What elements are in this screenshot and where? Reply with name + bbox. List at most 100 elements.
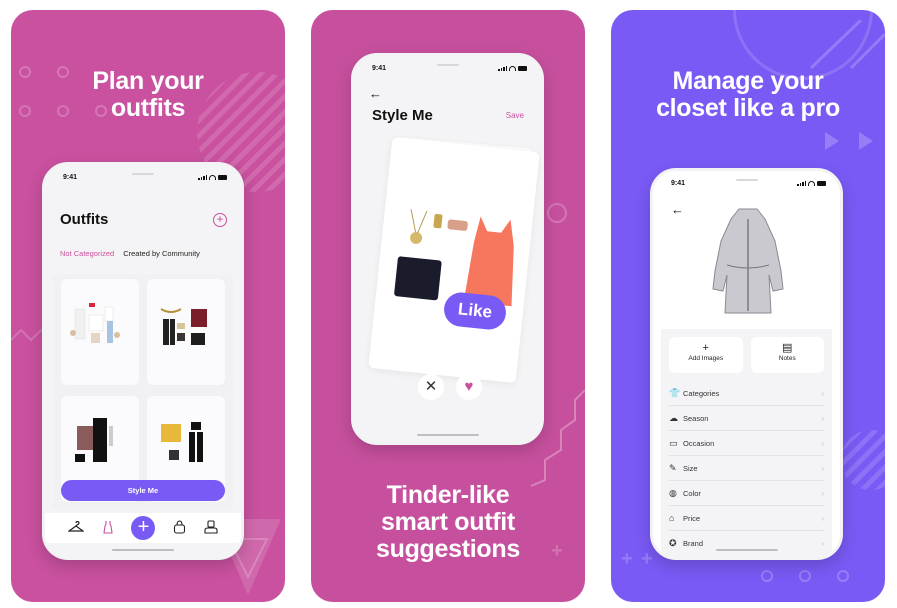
ruler-icon: ✎ <box>669 462 677 473</box>
plus-icon[interactable]: + <box>131 516 156 540</box>
chevron-right-icon: › <box>821 513 824 523</box>
decor-ring <box>547 203 567 223</box>
outfit-card[interactable] <box>147 279 225 385</box>
outfit-image <box>160 308 207 345</box>
badge-icon: ✪ <box>669 538 677 548</box>
x-icon[interactable]: ✕ <box>418 374 444 400</box>
jacket-image <box>712 208 784 314</box>
attribute-row-size[interactable]: ✎ Size › <box>669 456 824 481</box>
shirt-icon: 👕 <box>669 387 681 398</box>
attribute-label: Brand <box>683 539 704 548</box>
notes-button[interactable]: ▤ Notes <box>750 337 824 373</box>
add-images-label: Add Images <box>688 355 724 362</box>
status-bar: 9:41 <box>63 174 227 184</box>
notes-icon: ▤ <box>782 342 793 354</box>
tab-not-categorized[interactable]: Not Categorized <box>60 249 114 258</box>
status-bar: 9:41 <box>671 180 826 190</box>
attribute-row-occasion[interactable]: ▭ Occasion › <box>669 431 824 456</box>
wifi-icon <box>509 66 516 71</box>
notes-label: Notes <box>778 355 796 362</box>
decor-ring <box>799 570 811 582</box>
headline-line: suggestions <box>376 535 520 563</box>
hanger-icon[interactable] <box>67 520 85 536</box>
bottom-tab-bar: + <box>45 513 241 543</box>
headline-line: Tinder-like <box>386 481 510 509</box>
calendar-icon: ▭ <box>669 437 678 448</box>
signal-icon <box>797 181 806 186</box>
bag-icon[interactable] <box>173 519 186 537</box>
attribute-label: Size <box>683 463 698 473</box>
phone-item-detail-screen: 9:41 ← + Add Images ▤ Notes 👕 Categories › <box>650 168 843 560</box>
page-title: Style Me <box>372 107 433 124</box>
headline: Tinder-like smart outfit suggestions <box>311 482 585 563</box>
palette-icon: ◍ <box>669 487 677 498</box>
phone-outfits-screen: 9:41 Outfits + Not Categorized Created b… <box>42 162 244 560</box>
decor-stripes <box>841 430 885 490</box>
chevron-right-icon: › <box>821 539 824 548</box>
chevron-right-icon: › <box>821 438 824 448</box>
chevron-right-icon: › <box>821 413 824 423</box>
attribute-label: Price <box>683 513 701 523</box>
signal-icon <box>198 175 207 180</box>
decor-triangle <box>859 132 873 150</box>
headline-line: Plan your <box>92 67 204 95</box>
attribute-row-color[interactable]: ◍ Color › <box>669 481 824 506</box>
heart-icon[interactable]: ♥ <box>456 374 482 400</box>
home-indicator <box>715 549 778 551</box>
add-images-button[interactable]: + Add Images <box>669 337 743 373</box>
attribute-label: Categories <box>683 388 720 398</box>
status-time: 9:41 <box>372 65 387 72</box>
style-me-button[interactable]: Style Me <box>61 480 225 501</box>
attribute-row-brand[interactable]: ✪ Brand › <box>669 531 824 556</box>
attribute-row-price[interactable]: ⌂ Price › <box>669 506 824 531</box>
attribute-list: 👕 Categories › ☁ Season › ▭ Occasion › ✎ Size › … <box>669 381 824 556</box>
headline-line: outfits <box>110 94 186 122</box>
price-tag-icon: ⌂ <box>669 513 675 523</box>
attribute-row-season[interactable]: ☁ Season › <box>669 406 824 431</box>
wifi-icon <box>209 175 216 180</box>
plus-icon: + <box>702 342 709 354</box>
decor-plus: + <box>621 548 633 570</box>
phone-style-me-screen: 9:41 ← Style Me Save Like ✕ ♥ <box>351 53 544 445</box>
headline-line: closet like a pro <box>656 94 840 122</box>
outfit-image <box>70 303 120 343</box>
decor-lines <box>809 20 885 70</box>
chevron-right-icon: › <box>821 463 824 473</box>
decor-ring <box>837 570 849 582</box>
status-bar: 9:41 <box>372 65 527 75</box>
outfit-card[interactable] <box>61 279 139 385</box>
outfit-tabs: Not Categorized Created by Community <box>60 249 200 258</box>
status-time: 9:41 <box>671 180 686 187</box>
headline-line: Manage your <box>672 67 824 95</box>
attribute-row-categories[interactable]: 👕 Categories › <box>669 381 824 406</box>
battery-icon <box>218 175 227 180</box>
chevron-right-icon: › <box>821 488 824 498</box>
signal-icon <box>498 66 507 71</box>
chevron-right-icon: › <box>821 388 824 398</box>
home-indicator <box>416 434 479 436</box>
save-button[interactable]: Save <box>506 111 524 120</box>
decor-triangle <box>825 132 839 150</box>
arrow-left-icon[interactable]: ← <box>369 86 382 101</box>
attribute-label: Season <box>683 413 709 423</box>
plus-circle-icon[interactable]: + <box>213 213 227 227</box>
battery-icon <box>817 181 826 186</box>
status-time: 9:41 <box>63 174 78 181</box>
dress-icon[interactable] <box>102 520 114 537</box>
battery-icon <box>518 66 527 71</box>
attribute-label: Color <box>683 488 701 498</box>
attribute-label: Occasion <box>683 438 715 448</box>
headline-line: smart outfit <box>381 508 515 536</box>
wifi-icon <box>808 181 815 186</box>
tab-created-by-community[interactable]: Created by Community <box>123 249 200 258</box>
decor-ring <box>761 570 773 582</box>
profile-icon[interactable] <box>204 519 218 537</box>
decor-plus: + <box>641 548 653 570</box>
arrow-left-icon[interactable]: ← <box>671 202 684 217</box>
headline: Plan your outfits <box>11 68 285 122</box>
home-indicator <box>112 549 174 551</box>
suggestion-card[interactable] <box>368 136 540 384</box>
item-details-sheet: + Add Images ▤ Notes 👕 Categories › ☁ Seaso… <box>661 329 832 557</box>
outfit-image <box>394 209 514 307</box>
page-title: Outfits <box>60 211 109 228</box>
